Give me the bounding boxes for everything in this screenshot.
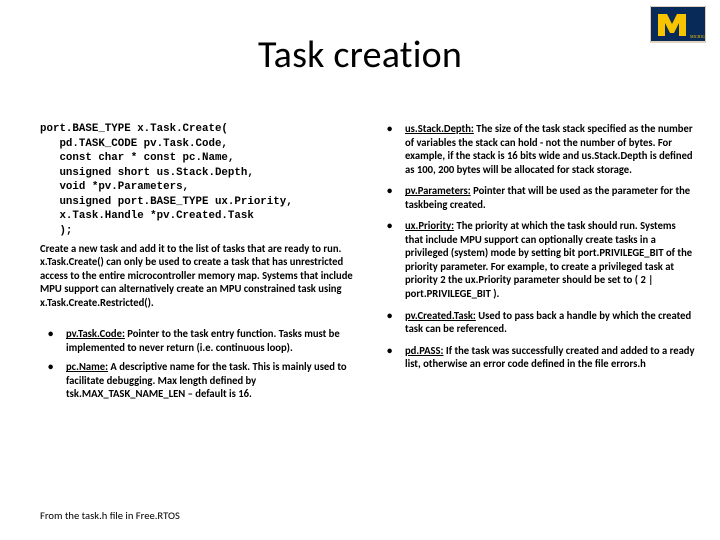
- list-item: pv.Task.Code: Pointer to the task entry …: [40, 327, 357, 354]
- bullet-text: If the task was successfully created and…: [405, 344, 695, 371]
- right-column: us.Stack.Depth: The size of the task sta…: [379, 122, 696, 407]
- bullet-term: us.Stack.Depth:: [405, 122, 474, 135]
- bullet-term: pc.Name:: [66, 360, 108, 373]
- left-bullets: pv.Task.Code: Pointer to the task entry …: [40, 327, 357, 401]
- list-item: ux.Priority: The priority at which the t…: [379, 219, 696, 300]
- footer-note: From the task.h file in Free.RTOS: [40, 509, 180, 522]
- code-description: Create a new task and add it to the list…: [40, 242, 357, 310]
- slide: MICHIGAN ® Task creation port.BASE_TYPE …: [0, 0, 720, 540]
- bullet-term: pd.PASS:: [405, 344, 443, 357]
- svg-text:®: ®: [702, 10, 705, 15]
- list-item: pc.Name: A descriptive name for the task…: [40, 360, 357, 401]
- list-item: us.Stack.Depth: The size of the task sta…: [379, 122, 696, 176]
- slide-title: Task creation: [0, 32, 720, 78]
- list-item: pv.Created.Task: Used to pass back a han…: [379, 309, 696, 336]
- right-bullets: us.Stack.Depth: The size of the task sta…: [379, 122, 696, 371]
- desc-text: Create a new task and add it to the list…: [40, 242, 357, 310]
- bullet-term: pv.Parameters:: [405, 184, 471, 197]
- content-columns: port.BASE_TYPE x.Task.Create( pd.TASK_CO…: [40, 122, 696, 407]
- bullet-term: pv.Created.Task:: [405, 309, 476, 322]
- list-item: pd.PASS: If the task was successfully cr…: [379, 344, 696, 371]
- code-block: port.BASE_TYPE x.Task.Create( pd.TASK_CO…: [40, 122, 357, 239]
- bullet-term: pv.Task.Code:: [66, 327, 125, 340]
- bullet-term: ux.Priority:: [405, 219, 454, 232]
- bullet-text: A descriptive name for the task. This is…: [66, 360, 347, 400]
- list-item: pv.Parameters: Pointer that will be used…: [379, 184, 696, 211]
- left-column: port.BASE_TYPE x.Task.Create( pd.TASK_CO…: [40, 122, 357, 407]
